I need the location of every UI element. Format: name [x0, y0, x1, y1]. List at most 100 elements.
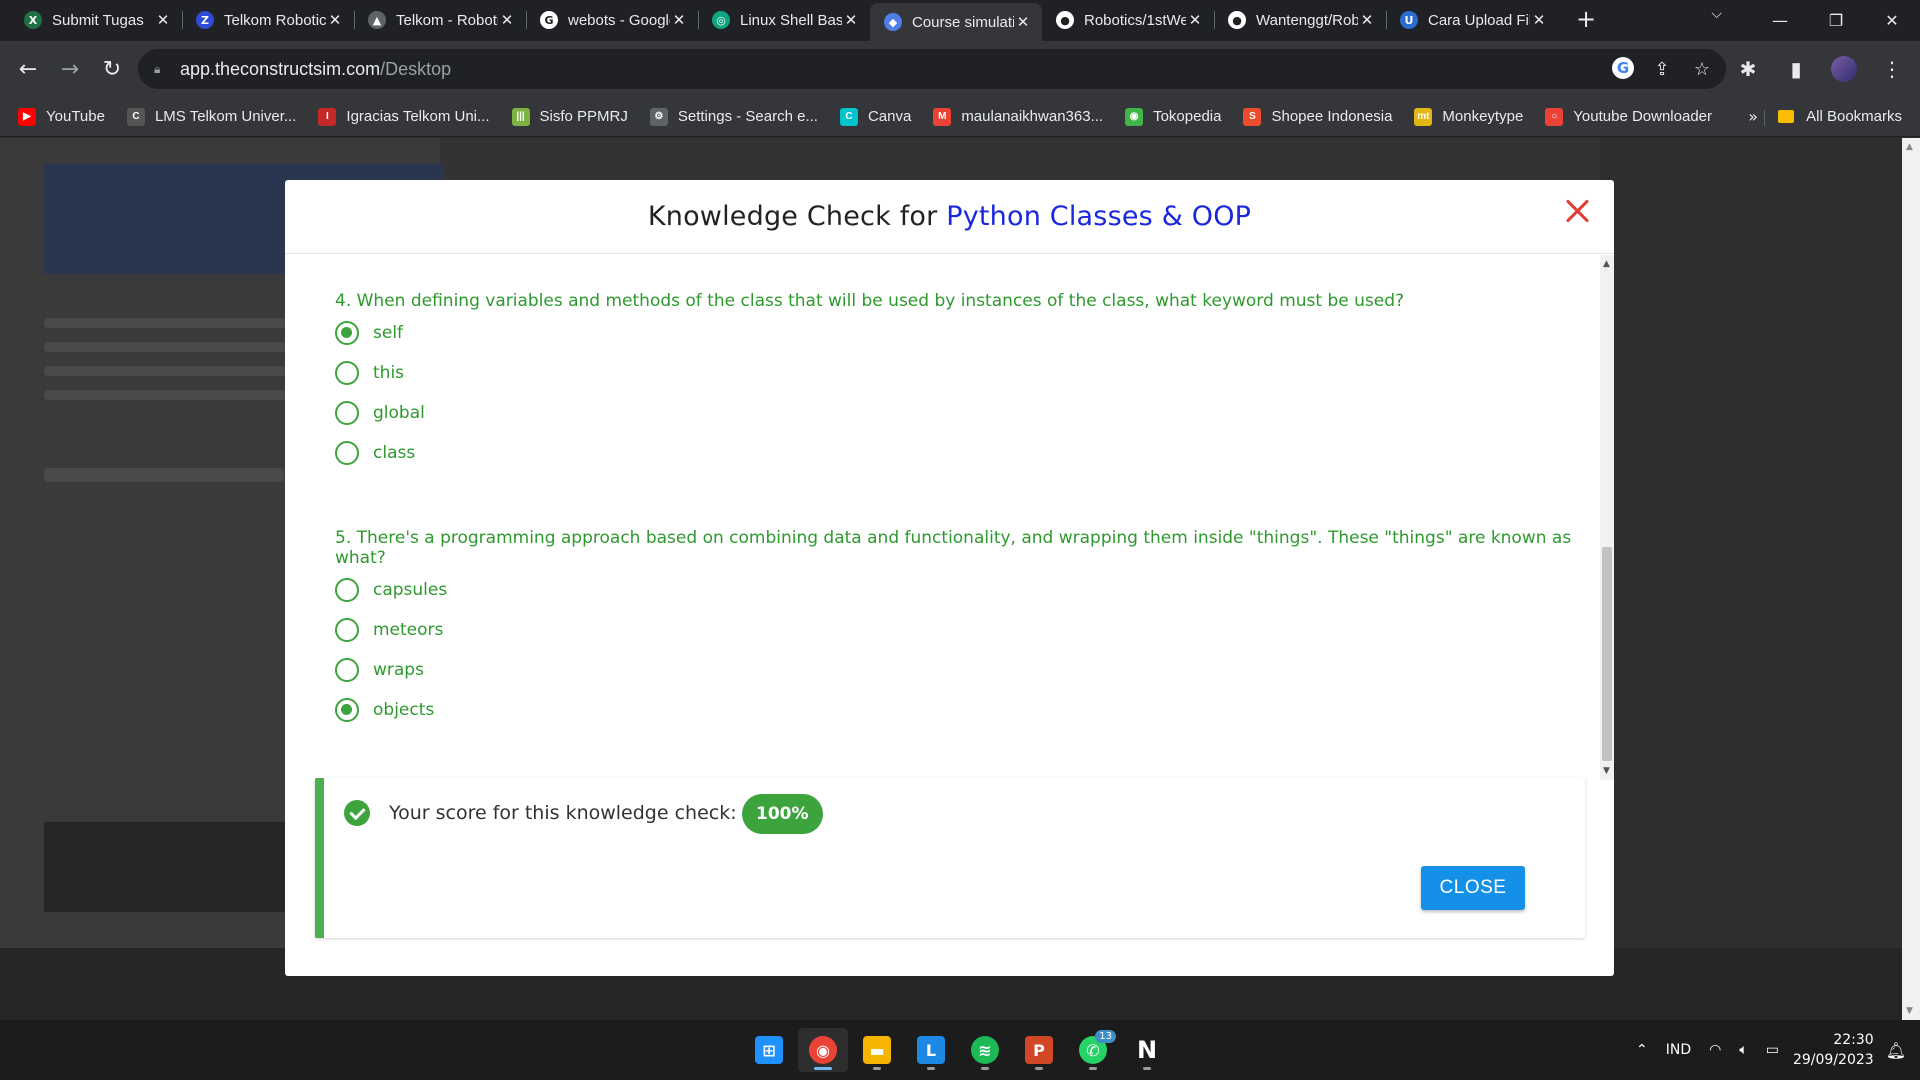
bookmark-item[interactable]: Mmaulanaikhwan363... — [933, 107, 1103, 126]
browser-tab[interactable]: U Cara Upload File ✕ — [1386, 3, 1558, 37]
close-tab-icon[interactable]: ✕ — [670, 11, 688, 29]
tab-title: Course simulation — [912, 13, 1014, 31]
answer-option[interactable]: this — [335, 353, 1404, 393]
back-arrow-icon[interactable]: ← — [8, 49, 48, 89]
questions-scrollbar[interactable]: ▲ ▼ — [1600, 255, 1614, 780]
bookmark-item[interactable]: ||| Sisfo PPMRJ — [511, 107, 628, 126]
bookmark-star-icon[interactable]: ☆ — [1690, 57, 1714, 81]
close-tab-icon[interactable]: ✕ — [326, 11, 344, 29]
close-modal-x-icon[interactable] — [1560, 194, 1594, 228]
show-hidden-icons-chevron-icon[interactable]: ⌃ — [1636, 1042, 1648, 1058]
answer-option[interactable]: class — [335, 433, 1404, 473]
scroll-down-arrow-icon[interactable]: ▼ — [1603, 766, 1610, 776]
bookmarks-overflow-icon[interactable]: » — [1748, 107, 1758, 126]
folder-icon — [1778, 110, 1795, 123]
bookmark-item[interactable]: ○ Youtube Downloader — [1545, 107, 1712, 126]
close-tab-icon[interactable]: ✕ — [1014, 13, 1032, 31]
side-panel-icon[interactable]: ▮ — [1776, 49, 1816, 89]
browser-tab[interactable]: ◆ Course simulation✕ — [870, 3, 1042, 41]
browser-tab[interactable]: ◎ Linux Shell Basics✕ — [698, 3, 870, 37]
bookmark-item[interactable]: mt Monkeytype — [1414, 107, 1524, 126]
bookmark-favicon-icon: ◉ — [1125, 107, 1144, 126]
browser-tab[interactable]: ▲ Telkom - Robotics✕ — [354, 3, 526, 37]
taskbar-app-chrome[interactable]: ◉ — [798, 1028, 848, 1072]
bookmark-label: Monkeytype — [1442, 108, 1524, 125]
radio-button[interactable] — [335, 361, 359, 385]
answer-option[interactable]: self — [335, 313, 1404, 353]
bookmark-item[interactable]: ⚙ Settings - Search e... — [649, 107, 818, 126]
taskbar-app-whatsapp[interactable]: ✆ 13 — [1068, 1028, 1118, 1072]
radio-button[interactable] — [335, 578, 359, 602]
close-tab-icon[interactable]: ✕ — [154, 11, 172, 29]
tab-title: Telkom Robotics — [224, 11, 326, 29]
scrollbar-thumb[interactable] — [1602, 547, 1612, 761]
answer-option[interactable]: wraps — [335, 650, 1600, 690]
close-tab-icon[interactable]: ✕ — [1358, 11, 1376, 29]
bookmark-item[interactable]: S Shopee Indonesia — [1243, 107, 1392, 126]
browser-tab[interactable]: Z Telkom Robotics ✕ — [182, 3, 354, 37]
question-block: 4. When defining variables and methods o… — [335, 291, 1404, 473]
tab-title: Linux Shell Basics — [740, 11, 842, 29]
tab-search-chevron-icon[interactable]: ⌵ — [1711, 6, 1722, 22]
language-indicator[interactable]: IND — [1666, 1042, 1691, 1058]
restore-icon[interactable]: ❐ — [1808, 0, 1864, 41]
close-window-icon[interactable]: ✕ — [1864, 0, 1920, 41]
radio-button[interactable] — [335, 441, 359, 465]
tab-favicon-icon: U — [1400, 11, 1418, 29]
scroll-down-arrow-icon[interactable]: ▼ — [1906, 1006, 1913, 1016]
bookmark-item[interactable]: I Igracias Telkom Uni... — [318, 107, 490, 126]
close-tab-icon[interactable]: ✕ — [498, 11, 516, 29]
bookmark-item[interactable]: C Canva — [839, 107, 911, 126]
answer-option[interactable]: objects — [335, 690, 1600, 730]
bookmark-item[interactable]: ▶ YouTube — [18, 107, 105, 126]
taskbar-app-powerpoint[interactable]: P — [1014, 1028, 1064, 1072]
browser-tab[interactable]: Gwebots - Google ✕ — [526, 3, 698, 37]
clock[interactable]: 22:30 29/09/2023 — [1793, 1030, 1874, 1070]
taskbar-app-file-explorer[interactable]: ▬ — [852, 1028, 902, 1072]
taskbar-app-spotify[interactable]: ≋ — [960, 1028, 1010, 1072]
close-tab-icon[interactable]: ✕ — [1186, 11, 1204, 29]
all-bookmarks-folder[interactable]: All Bookmarks — [1764, 108, 1902, 126]
page-scrollbar[interactable]: ▲ ▼ — [1902, 138, 1920, 1020]
share-icon[interactable]: ⇪ — [1650, 57, 1674, 81]
lock-icon[interactable]: 🔒︎ — [154, 62, 168, 76]
browser-tab[interactable]: ● Wantenggt/Robotics✕ — [1214, 3, 1386, 37]
google-lens-icon[interactable]: G — [1612, 57, 1634, 79]
extensions-puzzle-icon[interactable]: ✱ — [1728, 49, 1768, 89]
close-button[interactable]: CLOSE — [1421, 866, 1525, 910]
taskbar-app-l-app[interactable]: L — [906, 1028, 956, 1072]
radio-button[interactable] — [335, 321, 359, 345]
answer-option[interactable]: capsules — [335, 570, 1600, 610]
radio-button[interactable] — [335, 618, 359, 642]
battery-icon[interactable]: ▭ — [1766, 1042, 1779, 1058]
answer-option[interactable]: global — [335, 393, 1404, 433]
minimize-icon[interactable]: — — [1752, 0, 1808, 41]
close-tab-icon[interactable]: ✕ — [1530, 11, 1548, 29]
answer-option[interactable]: meteors — [335, 610, 1600, 650]
volume-icon[interactable]: 🔈︎ — [1739, 1042, 1747, 1058]
scroll-up-arrow-icon[interactable]: ▲ — [1906, 142, 1913, 152]
address-bar[interactable]: 🔒︎ app.theconstructsim.com /Desktop G ⇪ … — [138, 49, 1726, 89]
bookmark-item[interactable]: ◉ Tokopedia — [1125, 107, 1221, 126]
browser-tab[interactable]: X Submit Tugas ✕ — [10, 3, 182, 37]
bookmark-favicon-icon: C — [839, 107, 858, 126]
notifications-icon[interactable]: 🔔︎ — [1886, 1041, 1906, 1060]
radio-button[interactable] — [335, 658, 359, 682]
browser-tab[interactable]: ● Robotics/1stWeek✕ — [1042, 3, 1214, 37]
new-tab-plus-icon[interactable]: + — [1572, 5, 1600, 33]
close-tab-icon[interactable]: ✕ — [842, 11, 860, 29]
kebab-menu-icon[interactable]: ⋮ — [1872, 49, 1912, 89]
tab-favicon-icon: Z — [196, 11, 214, 29]
profile-avatar[interactable] — [1831, 56, 1857, 82]
questions-scroll-area[interactable]: 4. When defining variables and methods o… — [285, 255, 1600, 780]
radio-button[interactable] — [335, 698, 359, 722]
reload-icon[interactable]: ↻ — [92, 49, 132, 89]
answer-option-label: meteors — [373, 620, 444, 640]
wifi-icon[interactable]: ◠ — [1709, 1042, 1721, 1058]
taskbar-app-notion-like[interactable]: N — [1122, 1028, 1172, 1072]
radio-button[interactable] — [335, 401, 359, 425]
scroll-up-arrow-icon[interactable]: ▲ — [1603, 259, 1610, 269]
bookmark-item[interactable]: C LMS Telkom Univer... — [126, 107, 296, 126]
taskbar-app-start[interactable]: ⊞ — [744, 1028, 794, 1072]
forward-arrow-icon[interactable]: → — [50, 49, 90, 89]
